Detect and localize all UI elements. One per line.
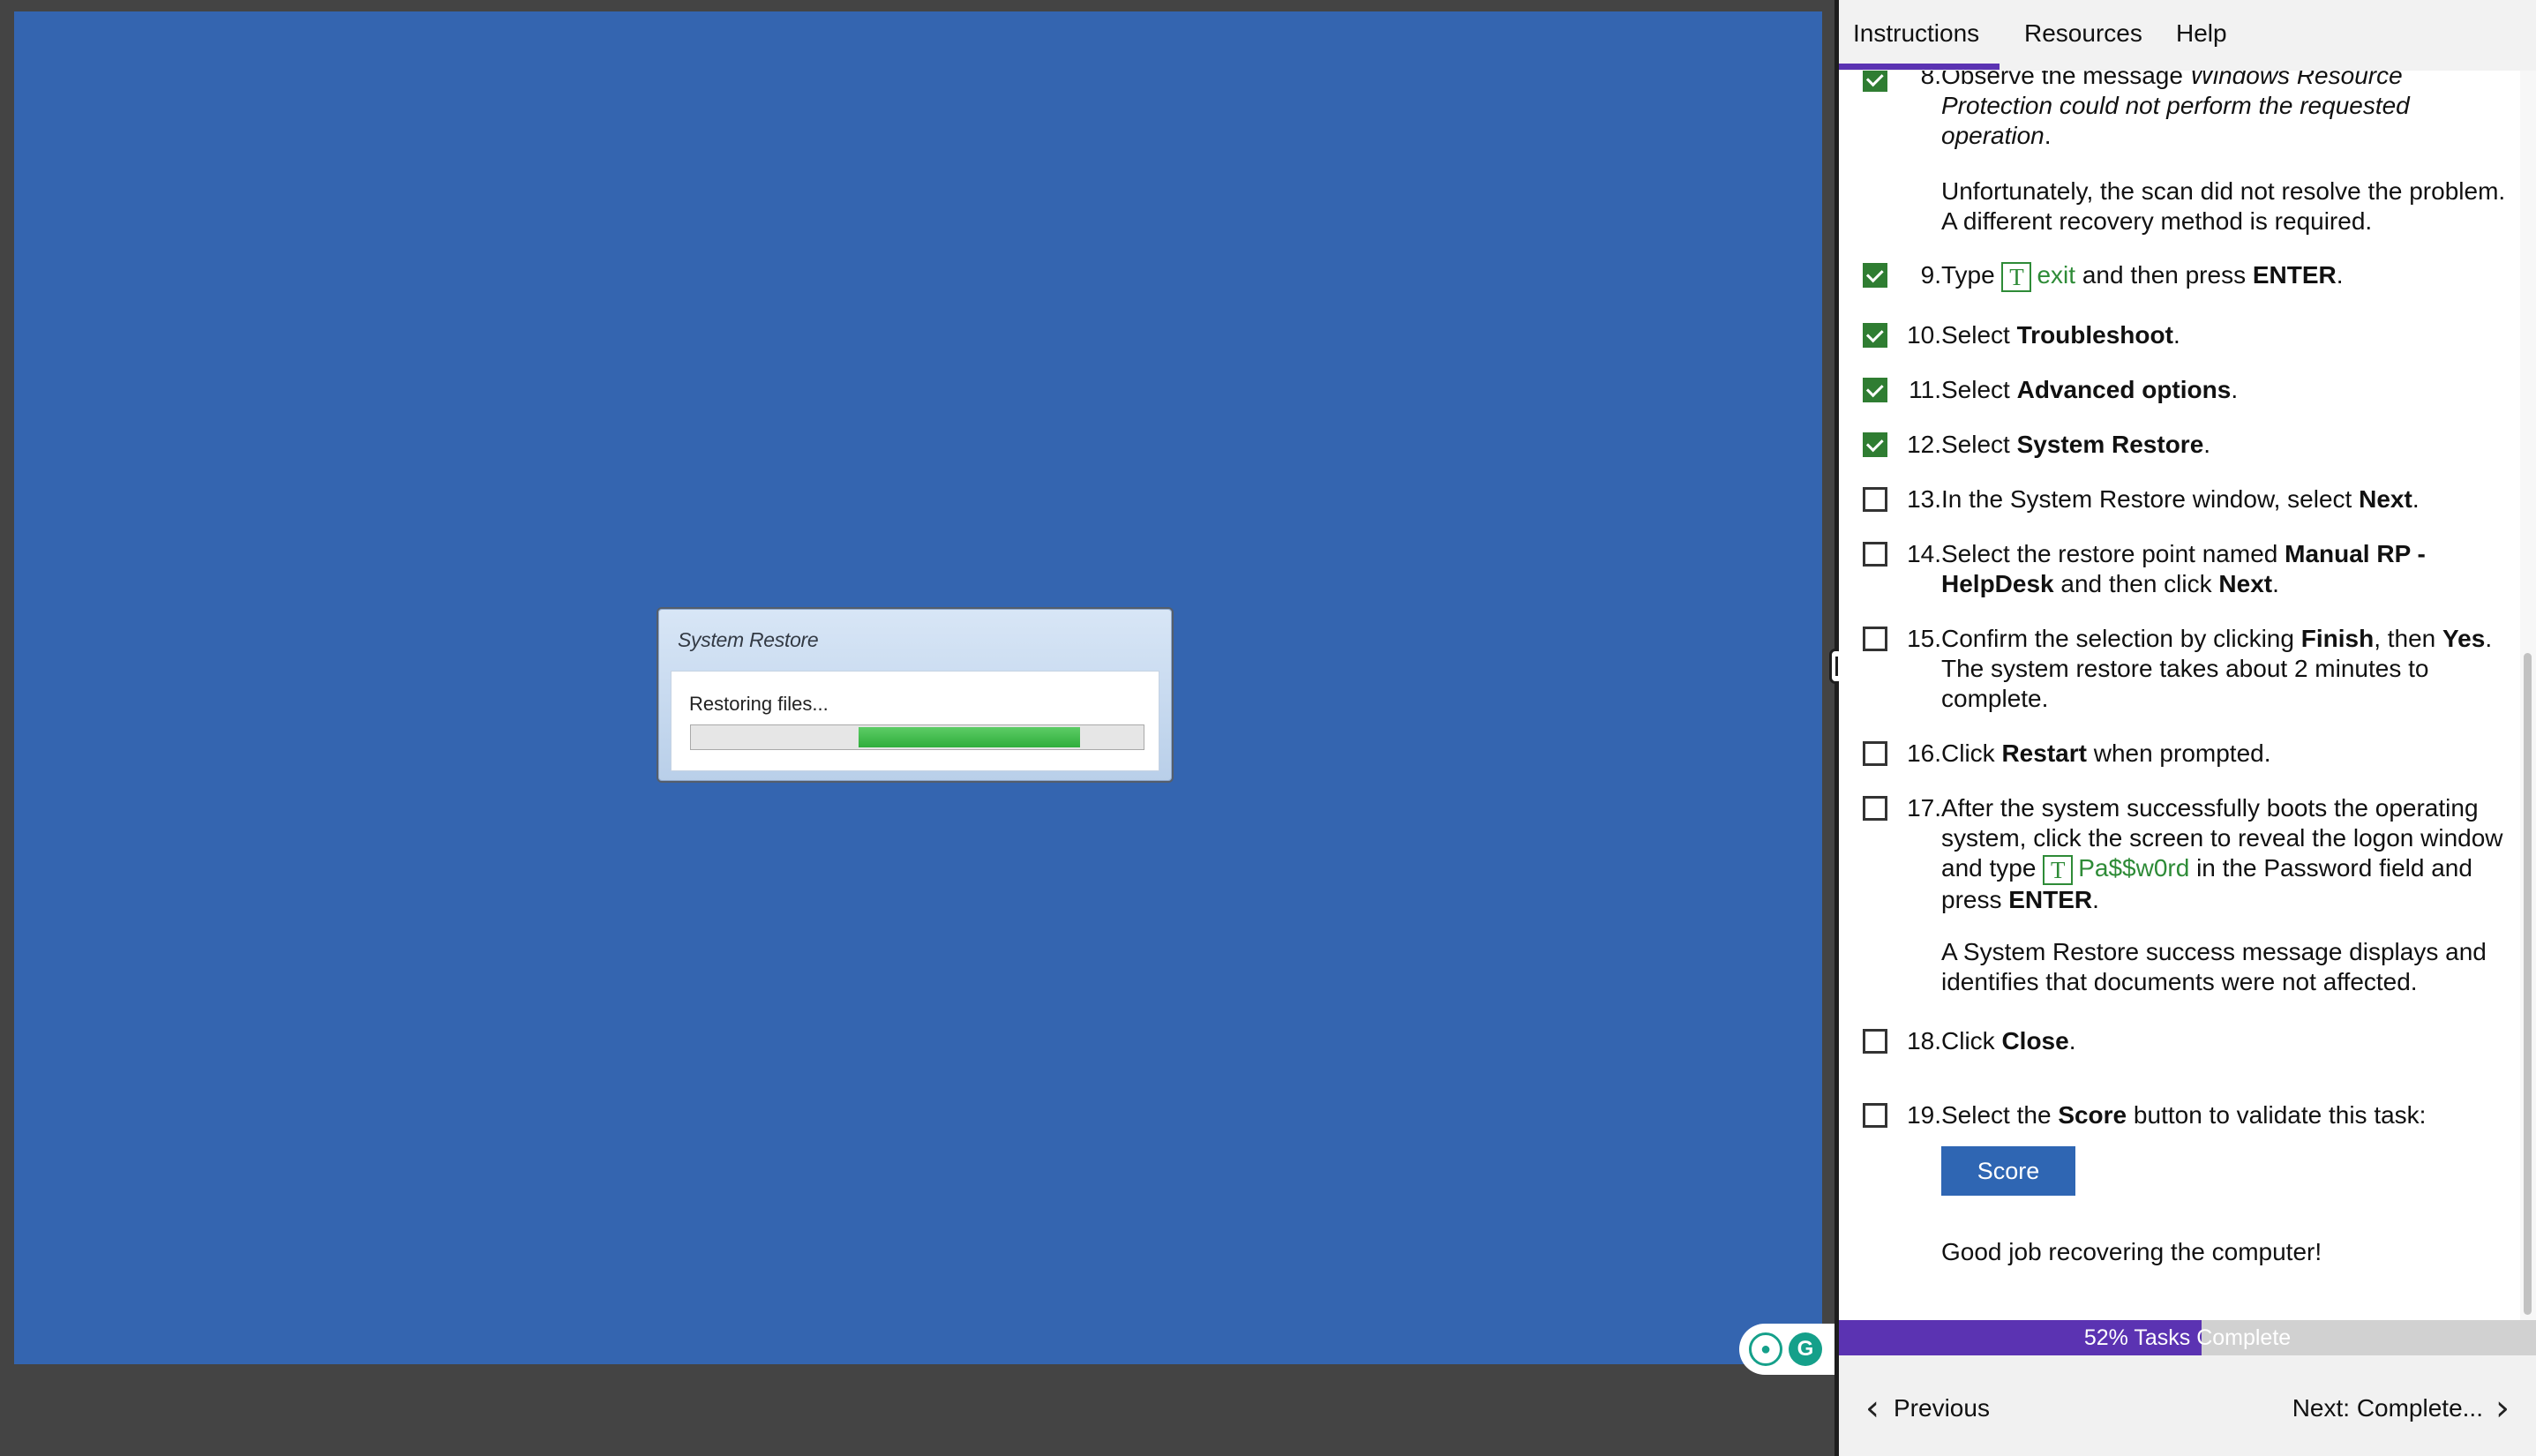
instructions-content: 8. Observe the message Windows Resource … [1839,71,2513,1320]
dialog-message: Restoring files... [689,693,829,715]
vm-screen[interactable]: System Restore Restoring files... ● G [14,11,1834,1375]
step-note: A System Restore success message display… [1941,938,2487,995]
type-value[interactable]: exit [2037,261,2075,289]
step-checkbox[interactable] [1863,1029,1887,1054]
step-number: 13. [1907,485,1941,513]
step-note: Unfortunately, the scan did not resolve … [1941,177,2506,235]
step-number: 10. [1907,321,1941,349]
step-number: 19. [1907,1101,1941,1129]
tab-instructions[interactable]: Instructions [1853,19,1979,48]
step-number: 17. [1907,794,1941,822]
content-scrollbar[interactable] [2520,71,2536,1320]
step-text: Select the restore point named Manual RP… [1941,540,2426,597]
step-number: 15. [1907,625,1941,652]
dialog-body: Restoring files... [671,671,1159,771]
step-number: 9. [1920,261,1941,289]
step-checkbox[interactable] [1863,741,1887,766]
chevron-right-icon: › [2495,1388,2510,1429]
assistant-badges: ● G [1739,1324,1834,1375]
task-progress-bar: 52% Tasks Complete [1839,1320,2536,1355]
step-text: Select Troubleshoot. [1941,321,2180,349]
step-text: After the system successfully boots the … [1941,794,2503,913]
step-text: Type Texit and then press ENTER. [1941,261,2344,292]
step-checkbox[interactable] [1863,1103,1887,1128]
dialog-title: System Restore [678,628,819,651]
step-text: Confirm the selection by clicking Finish… [1941,625,2493,712]
tab-bar: Instructions Resources Help [1839,0,2536,71]
chevron-left-icon: ‹ [1865,1388,1879,1429]
next-button[interactable]: Next: Complete... › [2292,1388,2510,1429]
step-checkbox[interactable] [1863,487,1887,512]
previous-label: Previous [1894,1394,1990,1422]
lightbulb-icon[interactable]: ● [1749,1332,1782,1366]
type-text-icon[interactable]: T [2001,261,2032,292]
step-number: 11. [1909,376,1941,403]
step-number: 16. [1907,739,1941,767]
step-checkbox[interactable] [1863,323,1887,348]
active-tab-indicator [1839,64,2000,70]
restore-progress-bar [690,724,1144,750]
step-number: 18. [1907,1027,1941,1054]
step-text: Select Advanced options. [1941,376,2239,403]
step-checkbox[interactable] [1863,432,1887,457]
grammarly-icon[interactable]: G [1789,1332,1822,1366]
tab-help[interactable]: Help [2176,19,2227,48]
completion-message: Good job recovering the computer! [1941,1238,2322,1265]
tab-resources[interactable]: Resources [2024,19,2142,48]
step-number: 12. [1907,431,1941,458]
step-number: 8. [1920,71,1941,89]
step-text: In the System Restore window, select Nex… [1941,485,2420,513]
step-checkbox[interactable] [1863,796,1887,821]
step-text: Click Restart when prompted. [1941,739,2271,767]
system-restore-dialog: System Restore Restoring files... [657,607,1174,783]
scrollbar-thumb[interactable] [2524,653,2532,1315]
step-checkbox[interactable] [1863,263,1887,288]
vm-area: System Restore Restoring files... ● G [0,0,1834,1456]
step-text: Select the Score button to validate this… [1941,1101,2427,1129]
type-text-icon[interactable]: T [2043,854,2074,885]
score-button[interactable]: Score [1941,1146,2075,1196]
navigation-bar: ‹ Previous Next: Complete... › [1839,1355,2536,1456]
step-text: Select System Restore. [1941,431,2211,458]
step-number: 14. [1907,540,1941,567]
step-text: Click Close. [1941,1027,2076,1054]
task-progress-label: 52% Tasks Complete [2083,1325,2292,1350]
type-value[interactable]: Pa$$w0rd [2078,854,2189,882]
instructions-panel: Instructions Resources Help 8. Observe t… [1839,0,2536,1456]
step-checkbox[interactable] [1863,378,1887,402]
next-label: Next: Complete... [2292,1394,2483,1422]
step-checkbox[interactable] [1863,71,1887,92]
step-checkbox[interactable] [1863,542,1887,567]
step-text: Observe the message Windows Resource Pro… [1941,71,2410,149]
step-checkbox[interactable] [1863,627,1887,651]
previous-button[interactable]: ‹ Previous [1865,1388,1990,1429]
restore-progress-fill [858,727,1081,747]
